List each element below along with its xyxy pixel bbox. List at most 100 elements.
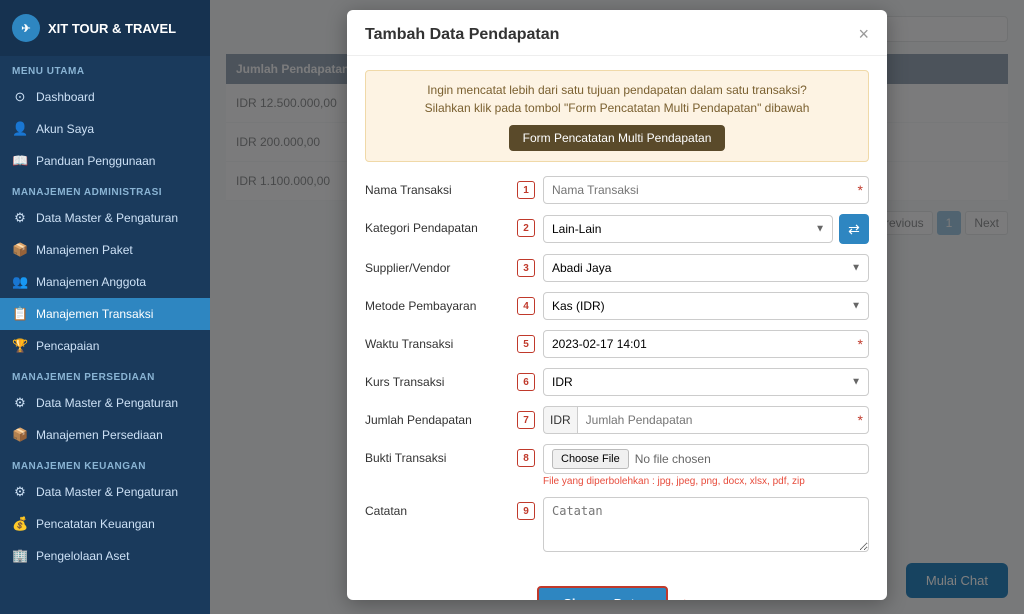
sidebar-item-panduan[interactable]: 📖 Panduan Penggunaan (0, 145, 210, 177)
required-star-1: * (858, 182, 863, 198)
sidebar-logo: ✈ XIT TOUR & TRAVEL (0, 0, 210, 56)
step-badge-9: 9 (517, 502, 535, 520)
file-input-area: Choose File No file chosen File yang dip… (543, 444, 869, 487)
sidebar-item-pencapaian[interactable]: 🏆 Pencapaian (0, 330, 210, 362)
select-kurs-transaksi[interactable]: IDR (543, 368, 869, 396)
package-icon: 📦 (12, 242, 28, 258)
sidebar-item-keuangan-master[interactable]: ⚙ Data Master & Pengaturan (0, 476, 210, 508)
input-wrap-nama-transaksi: * (543, 176, 869, 204)
field-catatan: Catatan 9 (365, 497, 869, 552)
select-metode-pembayaran[interactable]: Kas (IDR) (543, 292, 869, 320)
logo-icon: ✈ (12, 14, 40, 42)
step-badge-5: 5 (517, 335, 535, 353)
sidebar-item-manajemen-paket[interactable]: 📦 Manajemen Paket (0, 234, 210, 266)
modal-body: Ingin mencatat lebih dari satu tujuan pe… (347, 56, 887, 576)
sidebar-item-dashboard[interactable]: ⊙ Dashboard (0, 81, 210, 113)
field-bukti-transaksi: Bukti Transaksi 8 Choose File No file ch… (365, 444, 869, 487)
sidebar-item-akun-saya[interactable]: 👤 Akun Saya (0, 113, 210, 145)
sidebar-item-label: Dashboard (36, 90, 95, 104)
settings-icon2: ⚙ (12, 395, 28, 411)
sidebar-item-pengelolaan-aset[interactable]: 🏢 Pengelolaan Aset (0, 540, 210, 572)
select-wrap-kategori: Lain-Lain ▼ (543, 215, 833, 243)
inventory-icon: 📦 (12, 427, 28, 443)
user-icon: 👤 (12, 121, 28, 137)
modal-footer: Simpan Data ⇐ (347, 576, 887, 600)
sidebar-item-persediaan-master[interactable]: ⚙ Data Master & Pengaturan (0, 387, 210, 419)
icon-btn-kategori[interactable]: ⇄ (839, 214, 869, 244)
field-waktu-transaksi: Waktu Transaksi 5 * (365, 330, 869, 358)
transaction-icon: 📋 (12, 306, 28, 322)
select-kategori-pendapatan[interactable]: Lain-Lain (543, 215, 833, 243)
field-jumlah-pendapatan: Jumlah Pendapatan 7 IDR * (365, 406, 869, 434)
sidebar-item-label: Pengelolaan Aset (36, 549, 129, 563)
sidebar-item-manajemen-transaksi[interactable]: 📋 Manajemen Transaksi (0, 298, 210, 330)
label-metode-pembayaran: Metode Pembayaran (365, 292, 505, 313)
field-nama-transaksi: Nama Transaksi 1 * (365, 176, 869, 204)
settings-icon3: ⚙ (12, 484, 28, 500)
asset-icon: 🏢 (12, 548, 28, 564)
textarea-catatan[interactable] (543, 497, 869, 552)
modal-header: Tambah Data Pendapatan × (347, 10, 887, 56)
file-input-wrap: Choose File No file chosen (543, 444, 869, 474)
select-wrap-metode: Kas (IDR) ▼ (543, 292, 869, 320)
modal-tambah-data: Tambah Data Pendapatan × Ingin mencatat … (347, 10, 887, 600)
field-supplier-vendor: Supplier/Vendor 3 Abadi Jaya ▼ (365, 254, 869, 282)
dashboard-icon: ⊙ (12, 89, 28, 105)
main-content: h: Jumlah Pendapatan Opsi IDR 12.500.000… (210, 0, 1024, 614)
select-supplier[interactable]: Abadi Jaya (543, 254, 869, 282)
achievement-icon: 🏆 (12, 338, 28, 354)
section-title-keuangan: MANAJEMEN KEUANGAN (0, 451, 210, 476)
category-input-wrap: Lain-Lain ▼ ⇄ (543, 214, 869, 244)
sidebar-item-label: Manajemen Persediaan (36, 428, 163, 442)
select-wrap-supplier: Abadi Jaya ▼ (543, 254, 869, 282)
sidebar-item-manajemen-anggota[interactable]: 👥 Manajemen Anggota (0, 266, 210, 298)
sidebar-item-pencatatan-keuangan[interactable]: 💰 Pencatatan Keuangan (0, 508, 210, 540)
input-jumlah-pendapatan[interactable] (577, 406, 869, 434)
field-kurs-transaksi: Kurs Transaksi 6 IDR ▼ (365, 368, 869, 396)
section-title-admin: MANAJEMEN ADMINISTRASI (0, 177, 210, 202)
step-badge-7: 7 (517, 411, 535, 429)
modal-close-button[interactable]: × (858, 24, 869, 45)
sidebar-item-label: Data Master & Pengaturan (36, 211, 178, 225)
input-nama-transaksi[interactable] (543, 176, 869, 204)
sidebar-item-label: Manajemen Transaksi (36, 307, 153, 321)
idr-prefix-label: IDR (543, 406, 577, 434)
section-title-menu-utama: MENU UTAMA (0, 56, 210, 81)
label-bukti-transaksi: Bukti Transaksi (365, 444, 505, 465)
sidebar-item-label: Manajemen Paket (36, 243, 133, 257)
label-kategori-pendapatan: Kategori Pendapatan (365, 214, 505, 235)
info-box: Ingin mencatat lebih dari satu tujuan pe… (365, 70, 869, 162)
settings-icon: ⚙ (12, 210, 28, 226)
field-kategori-pendapatan: Kategori Pendapatan 2 Lain-Lain ▼ ⇄ (365, 214, 869, 244)
input-waktu-transaksi[interactable] (543, 330, 869, 358)
modal-overlay: Tambah Data Pendapatan × Ingin mencatat … (210, 0, 1024, 614)
step-badge-3: 3 (517, 259, 535, 277)
section-title-persediaan: MANAJEMEN PERSEDIAAN (0, 362, 210, 387)
required-star-7: * (858, 412, 863, 428)
logo-text: XIT TOUR & TRAVEL (48, 21, 176, 36)
sidebar-item-manajemen-persediaan[interactable]: 📦 Manajemen Persediaan (0, 419, 210, 451)
sidebar-item-label: Data Master & Pengaturan (36, 396, 178, 410)
file-chosen-text: No file chosen (635, 452, 711, 466)
save-button[interactable]: Simpan Data (537, 586, 668, 600)
file-choose-button[interactable]: Choose File (552, 449, 629, 469)
sidebar-section-admin: MANAJEMEN ADMINISTRASI ⚙ Data Master & P… (0, 177, 210, 362)
info-line1: Ingin mencatat lebih dari satu tujuan pe… (380, 81, 854, 99)
label-supplier-vendor: Supplier/Vendor (365, 254, 505, 275)
sidebar-item-data-master[interactable]: ⚙ Data Master & Pengaturan (0, 202, 210, 234)
sidebar-section-persediaan: MANAJEMEN PERSEDIAAN ⚙ Data Master & Pen… (0, 362, 210, 451)
step-badge-4: 4 (517, 297, 535, 315)
input-wrap-waktu: * (543, 330, 869, 358)
step-badge-6: 6 (517, 373, 535, 391)
jumlah-input-wrap: IDR * (543, 406, 869, 434)
step-badge-8: 8 (517, 449, 535, 467)
sidebar-section-menu-utama: MENU UTAMA ⊙ Dashboard 👤 Akun Saya 📖 Pan… (0, 56, 210, 177)
step-badge-1: 1 (517, 181, 535, 199)
select-wrap-kurs: IDR ▼ (543, 368, 869, 396)
file-hint: File yang diperbolehkan : jpg, jpeg, png… (543, 476, 869, 487)
label-kurs-transaksi: Kurs Transaksi (365, 368, 505, 389)
sidebar-item-label: Akun Saya (36, 122, 94, 136)
btn-multi-pendapatan[interactable]: Form Pencatatan Multi Pendapatan (509, 125, 726, 151)
sidebar-item-label: Pencatatan Keuangan (36, 517, 155, 531)
sidebar-section-keuangan: MANAJEMEN KEUANGAN ⚙ Data Master & Penga… (0, 451, 210, 572)
